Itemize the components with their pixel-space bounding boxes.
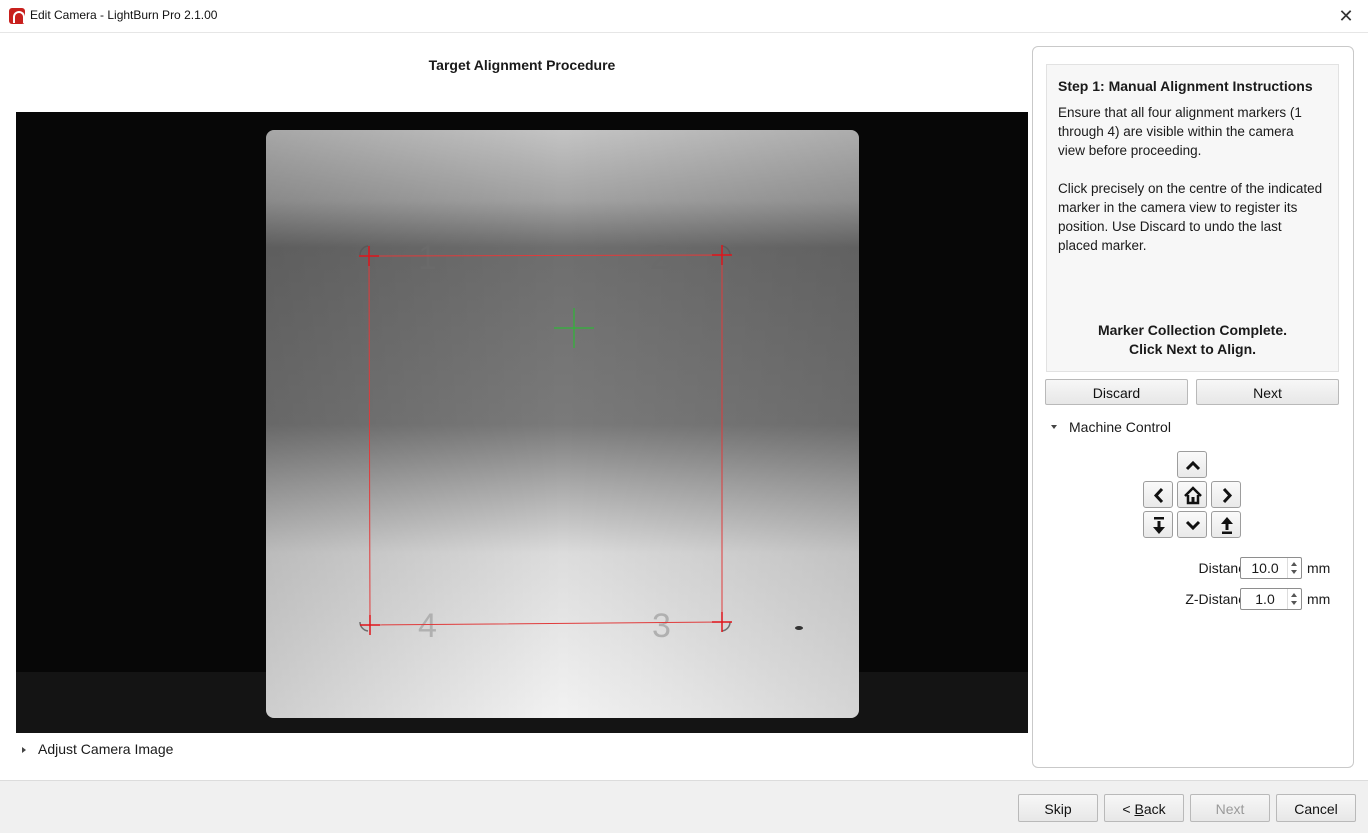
next-step-button[interactable]: Next [1196,379,1339,405]
distance-stepper[interactable] [1287,558,1301,578]
marker-label: 1 [418,239,437,277]
collapse-arrow-icon [1051,425,1057,429]
distance-spinbox[interactable]: 10.0 [1240,557,1302,579]
marker-label: 4 [418,607,437,645]
jog-right-button[interactable] [1211,481,1241,508]
completion-message: Marker Collection Complete. Click Next t… [1047,321,1338,359]
distance-unit: mm [1307,560,1331,576]
instructions-box: Step 1: Manual Alignment Instructions En… [1046,64,1339,372]
back-label-rest: ack [1143,801,1166,817]
jog-left-button[interactable] [1143,481,1173,508]
instructions-paragraph: Ensure that all four alignment markers (… [1058,105,1302,158]
procedure-title: Target Alignment Procedure [428,57,616,73]
completion-line: Click Next to Align. [1128,341,1257,357]
z-distance-unit: mm [1307,591,1331,607]
expand-arrow-icon [22,747,26,753]
back-label-mnemonic: B [1134,801,1144,817]
camera-view[interactable]: 1 2 3 4 [16,112,1028,733]
back-label-prefix: < [1122,801,1135,817]
instructions-paragraph: Click precisely on the centre of the ind… [1058,181,1323,253]
marker-label: 3 [652,607,671,645]
z-distance-spinbox[interactable]: 1.0 [1240,588,1302,610]
distance-label: Distance [1198,560,1253,576]
jog-z-up-button[interactable] [1211,511,1241,538]
title-bar: Edit Camera - LightBurn Pro 2.1.00 ✕ [0,0,1368,33]
instructions-heading: Step 1: Manual Alignment Instructions [1058,78,1313,94]
skip-button[interactable]: Skip [1018,794,1098,822]
arrow-down-icon [1185,520,1201,531]
spin-up-icon [1291,593,1297,597]
marker-label: 2 [650,239,669,277]
arrow-up-icon [1185,460,1201,471]
jog-z-down-button[interactable] [1143,511,1173,538]
z-up-icon [1221,517,1233,534]
z-distance-stepper[interactable] [1287,589,1301,609]
discard-button[interactable]: Discard [1045,379,1188,405]
spin-up-icon [1291,562,1297,566]
lightburn-logo-icon [9,8,25,24]
distance-value: 10.0 [1251,560,1279,576]
jog-home-button[interactable] [1177,481,1207,508]
close-window-button[interactable]: ✕ [1324,0,1368,32]
dialog-footer: Skip < Back Next Cancel [0,780,1368,833]
jog-up-button[interactable] [1177,451,1207,478]
alignment-side-panel: Step 1: Manual Alignment Instructions En… [1032,46,1354,768]
machine-control-toggle[interactable]: Machine Control [1051,419,1171,435]
z-distance-label: Z-Distance [1185,591,1253,607]
window-title: Edit Camera - LightBurn Pro 2.1.00 [30,8,218,22]
machine-control-label: Machine Control [1069,419,1171,435]
cancel-button[interactable]: Cancel [1276,794,1356,822]
z-down-icon [1153,517,1165,534]
spin-down-icon [1291,570,1297,574]
home-icon [1184,486,1202,505]
completion-line: Marker Collection Complete. [1097,322,1288,338]
arrow-left-icon [1153,487,1164,504]
arrow-right-icon [1222,487,1233,504]
back-button[interactable]: < Back [1104,794,1184,822]
jog-down-button[interactable] [1177,511,1207,538]
z-distance-value: 1.0 [1255,591,1275,607]
spin-down-icon [1291,601,1297,605]
adjust-camera-image-label: Adjust Camera Image [38,741,174,757]
next-button: Next [1190,794,1270,822]
adjust-camera-image-toggle[interactable]: Adjust Camera Image [22,741,173,757]
camera-image: 1 2 3 4 [16,112,1028,733]
